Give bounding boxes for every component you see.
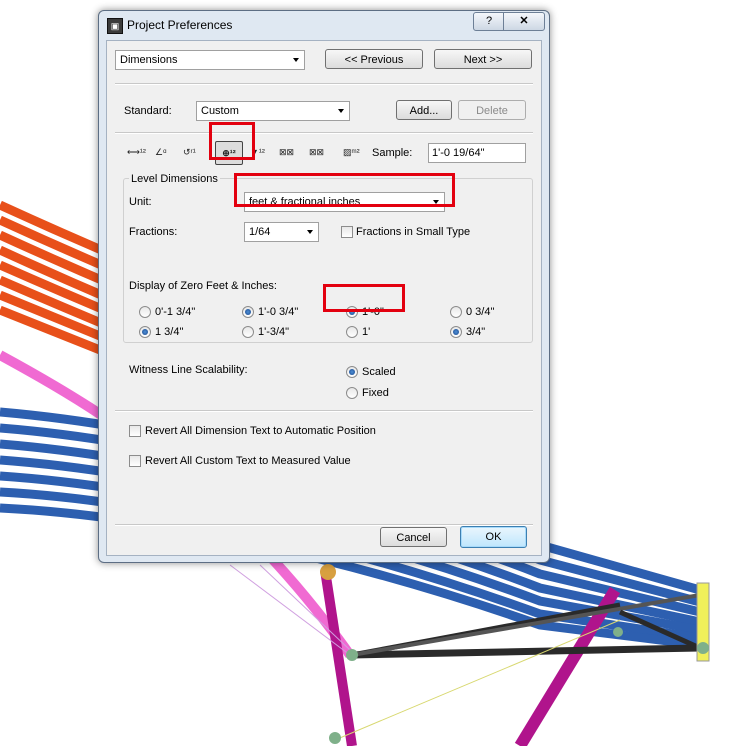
ok-button[interactable]: OK: [460, 526, 527, 548]
zero-option-radio[interactable]: [242, 326, 254, 338]
separator: [115, 83, 533, 85]
zero-option-label: 3/4": [466, 326, 486, 338]
revert-position-label: Revert All Dimension Text to Automatic P…: [145, 425, 376, 437]
zero-option-label: 1': [362, 326, 371, 338]
fractions-label: Fractions:: [129, 226, 178, 238]
app-icon: ▣: [107, 18, 123, 34]
witness-scaled-label: Scaled: [362, 366, 396, 378]
sample-label: Sample:: [372, 147, 413, 159]
dialog-title: Project Preferences: [127, 18, 233, 32]
revert-custom-text-checkbox[interactable]: [129, 455, 141, 467]
zero-option-radio[interactable]: [450, 306, 462, 318]
add-standard-button[interactable]: Add...: [396, 100, 452, 120]
revert-position-checkbox[interactable]: [129, 425, 141, 437]
standard-select[interactable]: Custom: [196, 101, 350, 121]
fractions-select-value: 1/64: [249, 226, 271, 238]
cancel-button[interactable]: Cancel: [380, 527, 447, 547]
highlight-zero-option: [323, 284, 405, 312]
highlight-level-dimension-tool: [209, 122, 255, 160]
sill-height-dimension-icon[interactable]: ⊠⊠: [309, 141, 337, 163]
separator: [115, 132, 533, 134]
revert-custom-text-label: Revert All Custom Text to Measured Value: [145, 455, 351, 467]
chevron-down-icon: [307, 230, 313, 234]
highlight-unit-select: [234, 173, 455, 207]
witness-fixed-radio[interactable]: [346, 387, 358, 399]
close-button[interactable]: ✕: [503, 12, 545, 31]
delete-standard-button[interactable]: Delete: [458, 100, 526, 120]
title-bar[interactable]: ▣ Project Preferences ? ✕: [99, 11, 549, 39]
zero-option-label: 1'-3/4": [258, 326, 290, 338]
chevron-down-icon: [293, 58, 299, 62]
fractions-small-type-label: Fractions in Small Type: [356, 226, 471, 238]
witness-scaled-radio[interactable]: [346, 366, 358, 378]
angular-dimension-icon[interactable]: ∠ᵅ: [155, 141, 177, 163]
page-select[interactable]: Dimensions: [115, 50, 305, 70]
witness-line-label: Witness Line Scalability:: [129, 364, 248, 376]
area-dimension-icon[interactable]: ▨ᵐ²: [343, 141, 365, 163]
standard-select-value: Custom: [201, 105, 239, 117]
zero-option-radio[interactable]: [139, 306, 151, 318]
standard-label: Standard:: [124, 105, 172, 117]
door-window-dimension-icon[interactable]: ⊠⊠: [279, 141, 307, 163]
page-select-value: Dimensions: [120, 54, 178, 66]
zero-option-radio[interactable]: [450, 326, 462, 338]
zero-option-label: 1'-0 3/4": [258, 306, 299, 318]
chevron-down-icon: [338, 109, 344, 113]
radial-dimension-icon[interactable]: ↺ʳ¹: [183, 141, 205, 163]
next-button[interactable]: Next >>: [434, 49, 532, 69]
witness-fixed-label: Fixed: [362, 387, 389, 399]
separator: [115, 410, 533, 412]
level-dimensions-title: Level Dimensions: [129, 173, 220, 185]
zero-option-radio[interactable]: [242, 306, 254, 318]
sample-field: 1'-0 19/64": [428, 143, 526, 163]
zero-option-radio[interactable]: [139, 326, 151, 338]
unit-label: Unit:: [129, 196, 152, 208]
zero-option-label: 0'-1 3/4": [155, 306, 196, 318]
linear-dimension-icon[interactable]: ⟷¹²: [127, 141, 149, 163]
help-button[interactable]: ?: [473, 12, 505, 31]
zero-option-radio[interactable]: [346, 326, 358, 338]
fractions-select[interactable]: 1/64: [244, 222, 319, 242]
zero-option-label: 0 3/4": [466, 306, 495, 318]
fractions-small-type-checkbox[interactable]: [341, 226, 353, 238]
zero-display-label: Display of Zero Feet & Inches:: [129, 280, 277, 292]
zero-option-label: 1 3/4": [155, 326, 184, 338]
previous-button[interactable]: << Previous: [325, 49, 423, 69]
